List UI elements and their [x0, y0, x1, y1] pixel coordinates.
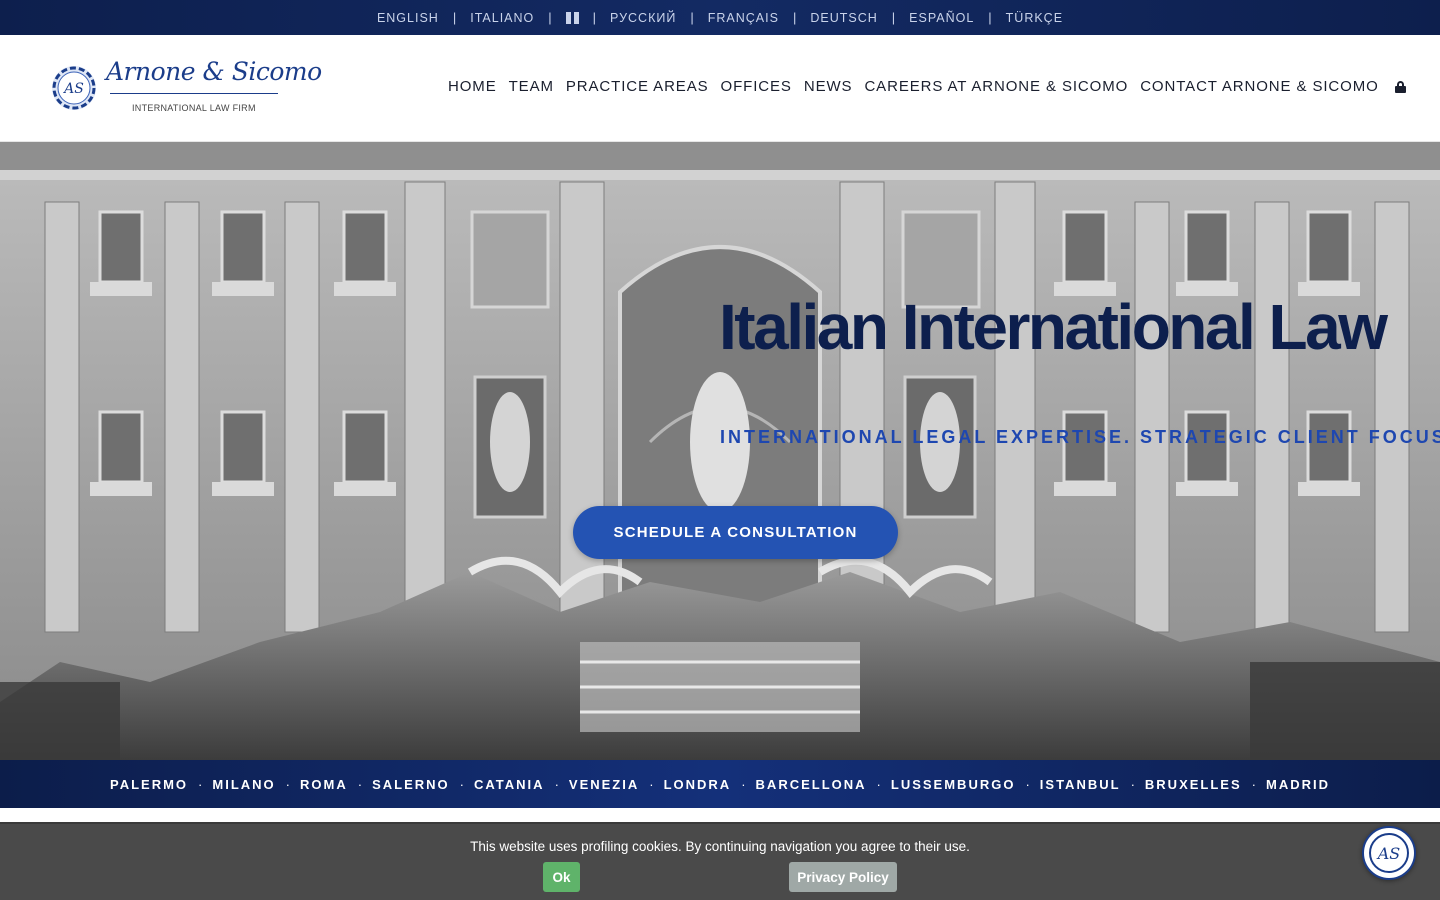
office-city-link[interactable]: CATANIA	[474, 777, 545, 792]
office-city-link[interactable]: MILANO	[212, 777, 275, 792]
office-city-link[interactable]: ROMA	[300, 777, 348, 792]
lock-icon[interactable]	[1394, 80, 1406, 93]
city-separator: ·	[198, 776, 203, 792]
city-separator: ·	[741, 776, 746, 792]
logo-tagline: INTERNATIONAL LAW FIRM	[132, 103, 256, 113]
language-separator: |	[792, 10, 797, 25]
city-separator: ·	[285, 776, 291, 792]
nav-team[interactable]: TEAM	[509, 78, 554, 95]
language-deutsch[interactable]: DEUTSCH	[810, 11, 877, 25]
section-divider	[0, 808, 1440, 822]
language-flag-icon[interactable]	[565, 11, 579, 24]
language-español[interactable]: ESPAÑOL	[909, 11, 974, 25]
chat-badge-monogram: AS	[1376, 844, 1401, 863]
language-english[interactable]: ENGLISH	[377, 11, 439, 25]
city-separator: ·	[1025, 776, 1030, 792]
city-separator: ·	[649, 776, 654, 792]
hero-background-image	[0, 142, 1440, 760]
language-français[interactable]: FRANÇAIS	[708, 11, 779, 25]
office-city-link[interactable]: VENEZIA	[569, 777, 639, 792]
language-list: ENGLISH | ITALIANO | | РУССКИЙ | FRANÇAIS | DEUTS…	[377, 10, 1063, 25]
nav-home[interactable]: HOME	[448, 78, 497, 95]
language-türkçe[interactable]: TÜRKÇE	[1006, 11, 1063, 25]
hero-section: Italian International Law INTERNATIONAL …	[0, 142, 1440, 760]
language-separator: |	[452, 10, 457, 25]
site-logo[interactable]: AS Arnone & Sicomo INTERNATIONAL LAW FIR…	[48, 57, 322, 123]
hero-subtitle: INTERNATIONAL LEGAL EXPERTISE. STRATEGIC…	[720, 427, 1440, 447]
office-city-link[interactable]: MADRID	[1266, 777, 1330, 792]
language-separator: |	[592, 10, 597, 25]
cookie-ok-button[interactable]: Ok	[543, 862, 580, 892]
hero-title: Italian International Law	[719, 291, 1388, 363]
firm-logo-icon: AS	[1369, 833, 1409, 873]
logo-divider	[110, 93, 278, 94]
main-nav: HOME TEAM PRACTICE AREAS OFFICES NEWS CA…	[448, 78, 1406, 95]
office-city-link[interactable]: LONDRA	[664, 777, 732, 792]
logo-name: Arnone & Sicomo	[106, 57, 322, 86]
nav-careers[interactable]: CAREERS AT ARNONE & SICOMO	[864, 78, 1128, 95]
city-separator: ·	[554, 776, 559, 792]
language-separator: |	[548, 10, 552, 25]
flag-icon	[565, 11, 579, 24]
language-italiano[interactable]: ITALIANO	[470, 11, 534, 25]
language-separator: |	[690, 10, 694, 25]
city-separator: ·	[876, 776, 881, 792]
chat-widget-button[interactable]: AS	[1362, 826, 1416, 880]
office-city-link[interactable]: ISTANBUL	[1040, 777, 1121, 792]
language-separator: |	[891, 10, 896, 25]
city-separator: ·	[459, 776, 464, 792]
office-city-link[interactable]: BARCELLONA	[756, 777, 867, 792]
city-separator: ·	[1130, 776, 1135, 792]
office-city-link[interactable]: BRUXELLES	[1145, 777, 1242, 792]
privacy-policy-button[interactable]: Privacy Policy	[789, 862, 897, 892]
cookie-message: This website uses profiling cookies. By …	[470, 839, 970, 854]
language-русский[interactable]: РУССКИЙ	[610, 11, 676, 25]
office-cities-bar: PALERMO · MILANO · ROMA · SALERNO · CATANIA · VENE…	[0, 760, 1440, 808]
office-city-link[interactable]: LUSSEMBURGO	[891, 777, 1016, 792]
nav-practice-areas[interactable]: PRACTICE AREAS	[566, 78, 709, 95]
schedule-consultation-button[interactable]: SCHEDULE A CONSULTATION	[573, 506, 898, 559]
language-bar: ENGLISH | ITALIANO | | РУССКИЙ | FRANÇAIS | DEUTS…	[0, 0, 1440, 35]
logo-monogram-icon: AS	[52, 66, 96, 110]
cookie-banner: This website uses profiling cookies. By …	[0, 822, 1440, 900]
office-city-link[interactable]: PALERMO	[110, 777, 188, 792]
language-separator: |	[988, 10, 992, 25]
nav-contact[interactable]: CONTACT ARNONE & SICOMO	[1140, 78, 1379, 95]
nav-news[interactable]: NEWS	[804, 78, 853, 95]
nav-offices[interactable]: OFFICES	[721, 78, 792, 95]
city-separator: ·	[357, 776, 363, 792]
office-city-link[interactable]: SALERNO	[372, 777, 450, 792]
site-header: AS Arnone & Sicomo INTERNATIONAL LAW FIR…	[0, 35, 1440, 142]
city-separator: ·	[1251, 776, 1256, 792]
logo-monogram: AS	[62, 81, 84, 97]
